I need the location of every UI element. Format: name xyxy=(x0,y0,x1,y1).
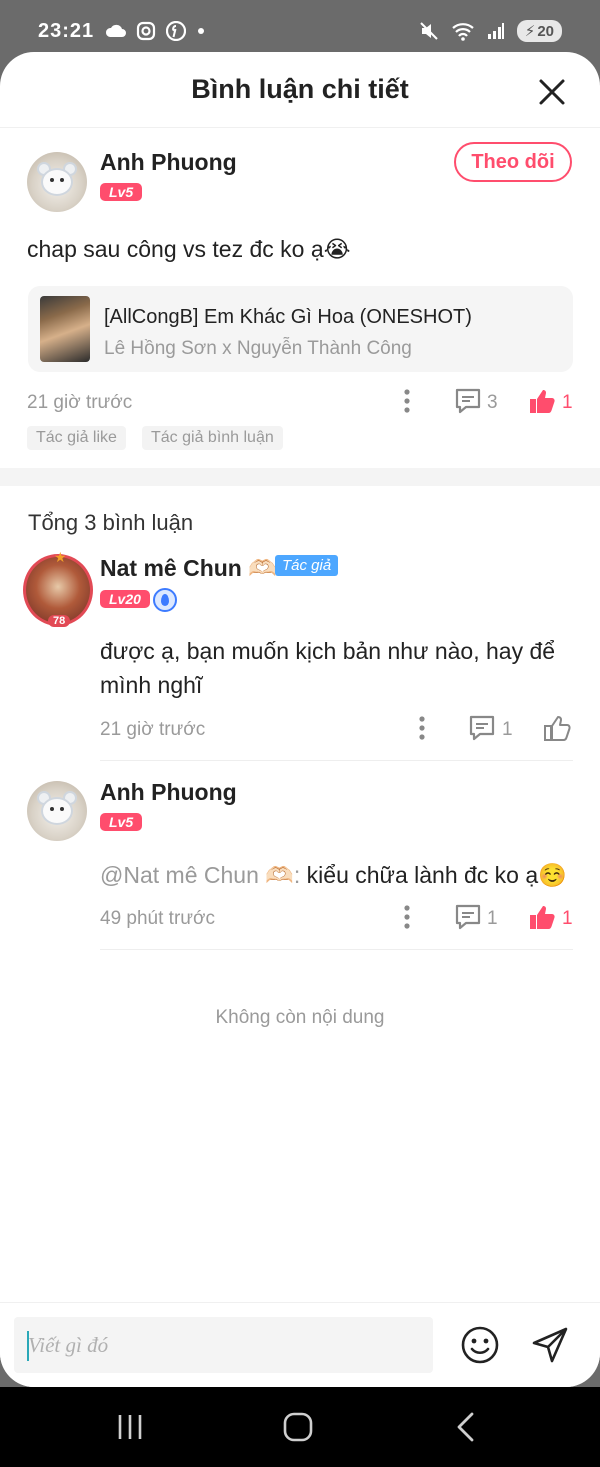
recent-apps-icon[interactable] xyxy=(112,1409,148,1445)
comment-icon[interactable] xyxy=(468,714,496,742)
thumbs-up-outline-icon[interactable] xyxy=(543,714,571,742)
story-thumbnail xyxy=(40,296,90,362)
more-vertical-icon[interactable] xyxy=(397,387,417,415)
emoji-icon[interactable] xyxy=(460,1325,500,1365)
avatar[interactable] xyxy=(27,152,87,212)
reply-text-body: kiểu chữa lành đc ko ạ☺️ xyxy=(300,862,567,888)
comment-icon[interactable] xyxy=(454,903,482,931)
reply-text: @Nat mê Chun 🫶🏻: kiểu chữa lành đc ko ạ☺… xyxy=(100,858,567,892)
page-title: Bình luận chi tiết xyxy=(191,74,409,104)
reply-count: 1 xyxy=(502,719,513,740)
pinterest-icon xyxy=(166,21,187,41)
thumbs-up-icon[interactable] xyxy=(528,903,556,931)
story-authors: Lê Hồng Sơn x Nguyễn Thành Công xyxy=(104,338,412,359)
cloud-icon xyxy=(106,24,127,37)
home-icon[interactable] xyxy=(280,1409,316,1445)
avatar-badge: 78 xyxy=(48,615,71,627)
end-of-content-text: Không còn nội dung xyxy=(215,1007,385,1028)
bolt-icon: ⚡ xyxy=(524,23,536,40)
comment-icon[interactable] xyxy=(454,387,482,415)
comment-input-bar xyxy=(0,1302,600,1387)
more-vertical-icon[interactable] xyxy=(412,714,432,742)
username[interactable]: Anh Phuong xyxy=(100,149,237,176)
level-badge: Lv5 xyxy=(100,183,143,201)
more-vertical-icon[interactable] xyxy=(397,903,417,931)
comment-input[interactable] xyxy=(14,1317,433,1373)
back-icon[interactable] xyxy=(448,1409,484,1445)
text-caret xyxy=(27,1331,29,1361)
comment-text: chap sau công vs tez đc ko ạ😭 xyxy=(27,236,351,262)
author-tag: Tác giả xyxy=(275,555,339,576)
sheet-header: Bình luận chi tiết xyxy=(0,52,600,128)
author-liked-chip: Tác giả like xyxy=(27,426,126,450)
system-nav-bar xyxy=(0,1387,600,1467)
level-badge: Lv20 xyxy=(100,590,150,608)
divider xyxy=(100,949,573,950)
mention[interactable]: @Nat mê Chun 🫶🏻: xyxy=(100,862,300,888)
section-divider xyxy=(0,468,600,486)
comment-time: 21 giờ trước xyxy=(27,392,133,413)
author-commented-chip: Tác giả bình luận xyxy=(142,426,283,450)
reply-count: 3 xyxy=(487,392,498,413)
reply-text-line1: được ạ, bạn muốn kịch bản như nào, hay đ… xyxy=(100,638,556,664)
divider xyxy=(100,760,573,761)
reply-username[interactable]: Anh Phuong xyxy=(100,779,237,806)
thumbs-up-icon[interactable] xyxy=(528,387,556,415)
medal-icon xyxy=(153,588,177,612)
level-badge: Lv5 xyxy=(100,813,143,831)
follow-button[interactable]: Theo dõi xyxy=(454,142,572,182)
reply-text-line2: mình nghĩ xyxy=(100,672,203,698)
reply-time: 21 giờ trước xyxy=(100,719,206,740)
reply-username[interactable]: Nat mê Chun 🫶🏻 xyxy=(100,555,277,582)
star-icon: ★ xyxy=(54,549,67,565)
dot-icon xyxy=(198,28,205,34)
close-icon[interactable] xyxy=(536,76,568,108)
send-icon[interactable] xyxy=(530,1325,570,1365)
reply-time: 49 phút trước xyxy=(100,908,215,929)
reply-count: 1 xyxy=(487,908,498,929)
avatar[interactable] xyxy=(27,781,87,841)
signal-icon xyxy=(487,23,504,39)
story-card[interactable]: [AllCongB] Em Khác Gì Hoa (ONESHOT) Lê H… xyxy=(28,286,573,372)
wifi-icon xyxy=(452,23,474,41)
story-title: [AllCongB] Em Khác Gì Hoa (ONESHOT) xyxy=(104,306,472,328)
instagram-icon xyxy=(137,21,156,41)
battery-level: 20 xyxy=(537,22,554,40)
comment-detail-sheet: Bình luận chi tiết Anh Phuong Lv5 Theo d… xyxy=(0,52,600,1387)
like-count: 1 xyxy=(562,908,573,929)
author-avatar[interactable]: ★ 78 xyxy=(23,549,93,627)
status-time: 23:21 xyxy=(38,19,95,42)
replies-count-title: Tổng 3 bình luận xyxy=(28,510,194,535)
mute-icon xyxy=(420,22,438,40)
battery-indicator: ⚡ 20 xyxy=(516,20,562,42)
like-count: 1 xyxy=(562,392,573,413)
